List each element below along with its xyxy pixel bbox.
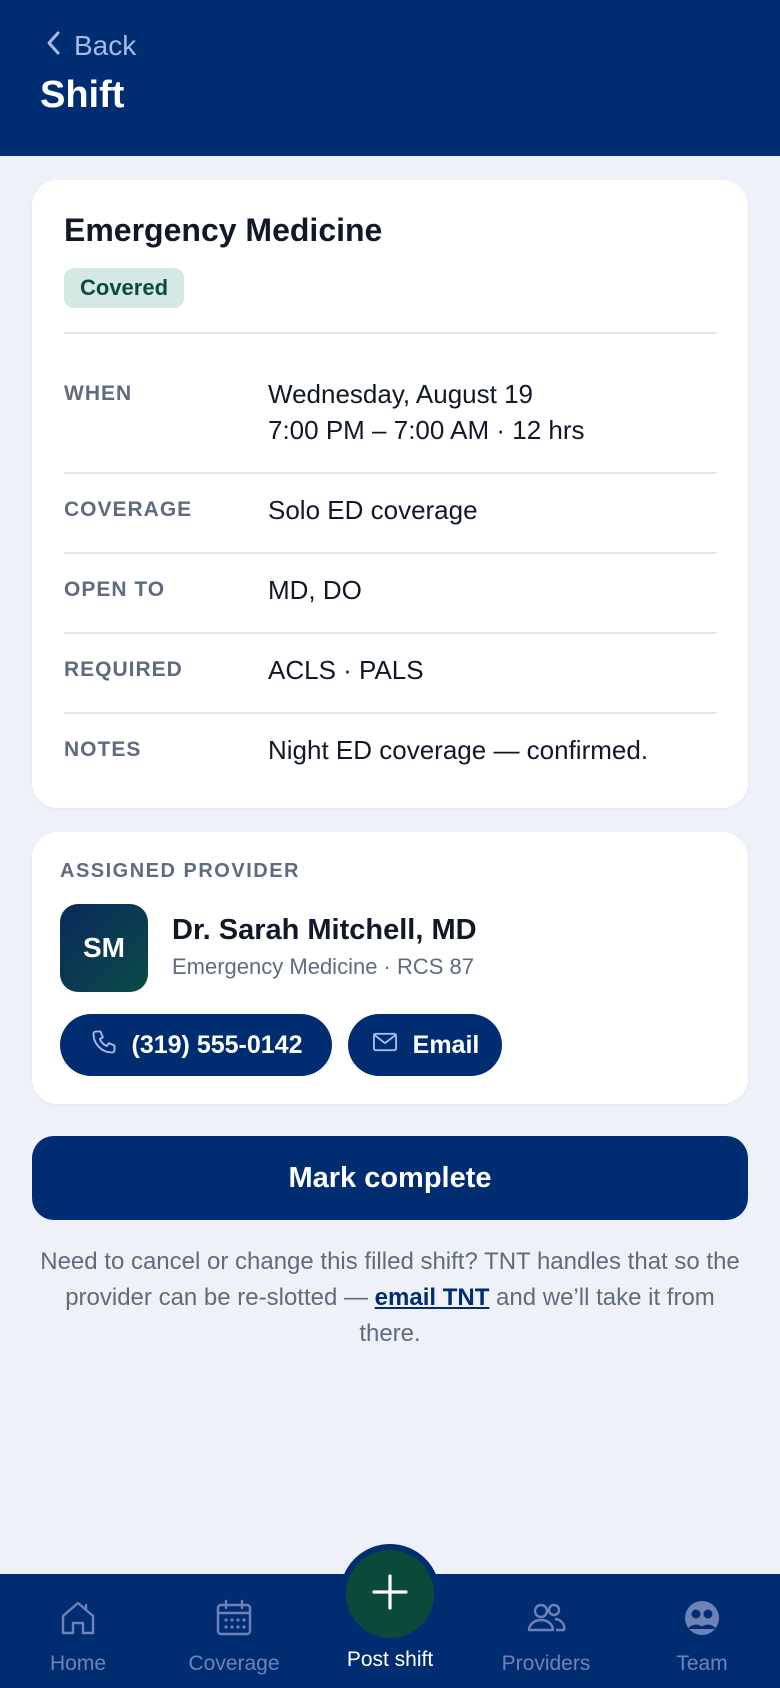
mail-icon [371, 1028, 399, 1063]
nav-item-home[interactable]: Home [0, 1574, 156, 1688]
shift-title: Emergency Medicine [64, 212, 383, 248]
required-value: ACLS · PALS [268, 655, 424, 685]
avatar: SM [60, 904, 148, 992]
provider-name: Dr. Sarah Mitchell, MD [172, 914, 477, 946]
open-to-value: MD, DO [268, 575, 362, 605]
when-value-time: 7:00 PM – 7:00 AM · 12 hrs [268, 415, 585, 445]
nav-label: Team [676, 1652, 728, 1675]
divider [64, 472, 716, 474]
divider [64, 632, 716, 634]
required-label: REQUIRED [64, 658, 183, 681]
post-shift-button[interactable] [340, 1544, 440, 1644]
phone-number: (319) 555-0142 [131, 1030, 303, 1059]
back-button[interactable]: Back [44, 26, 136, 66]
notes-value: Night ED coverage — confirmed. [268, 735, 649, 765]
plus-icon [370, 1572, 410, 1617]
assigned-provider-card: ASSIGNED PROVIDER SM Dr. Sarah Mitchell,… [32, 832, 748, 1104]
nav-label: Home [49, 1652, 107, 1675]
chevron-left-icon [44, 30, 64, 63]
nav-item-coverage[interactable]: Coverage [156, 1574, 312, 1688]
team-icon [680, 1574, 724, 1646]
coverage-label: COVERAGE [64, 498, 193, 521]
notes-label: NOTES [64, 738, 142, 761]
open-to-label: OPEN TO [64, 578, 166, 601]
provider-subtitle: Emergency Medicine · RCS 87 [172, 954, 475, 979]
home-icon [56, 1574, 100, 1646]
mark-complete-button[interactable]: Mark complete [32, 1136, 748, 1220]
back-label: Back [74, 30, 137, 61]
people-icon [524, 1574, 568, 1646]
calendar-icon [212, 1574, 256, 1646]
post-shift-label[interactable]: Post shift [312, 1648, 468, 1672]
coverage-value: Solo ED coverage [268, 495, 478, 525]
section-label: ASSIGNED PROVIDER [60, 860, 300, 882]
nav-label: Providers [501, 1652, 591, 1675]
page-title: Shift [40, 74, 125, 116]
divider [64, 332, 716, 334]
call-button[interactable]: (319) 555-0142 [60, 1014, 332, 1076]
divider [64, 552, 716, 554]
email-tnt-link[interactable]: email TNT [375, 1284, 490, 1311]
nav-item-providers[interactable]: Providers [468, 1574, 624, 1688]
shift-details-card: Emergency Medicine Covered WHEN Wednesda… [32, 180, 748, 808]
when-label: WHEN [64, 382, 133, 405]
phone-icon [90, 1028, 118, 1063]
email-label: Email [412, 1030, 480, 1059]
app-header: Back Shift [0, 0, 780, 156]
help-text: Need to cancel or change this filled shi… [40, 1244, 740, 1352]
status-badge: Covered [64, 268, 185, 308]
nav-label: Coverage [188, 1652, 280, 1675]
email-button[interactable]: Email [348, 1014, 502, 1076]
when-value-date: Wednesday, August 19 [268, 379, 534, 409]
nav-item-team[interactable]: Team [624, 1574, 780, 1688]
divider [64, 712, 716, 714]
